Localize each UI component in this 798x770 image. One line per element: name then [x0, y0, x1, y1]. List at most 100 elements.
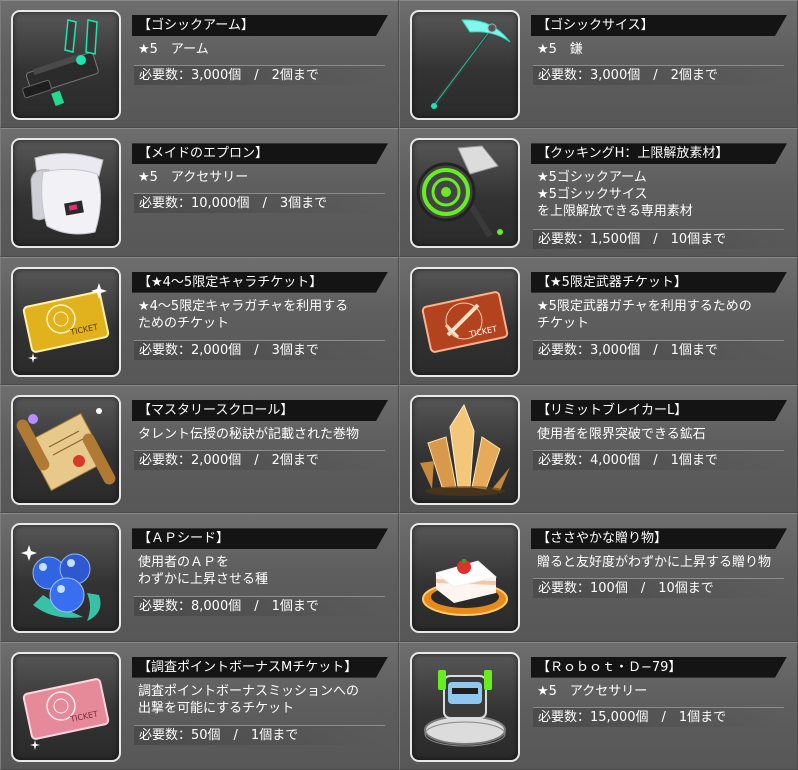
item-card[interactable]: 【Ｒｏｂｏｔ・Ｄ−79】 ★5 アクセサリー 必要数：15,000個 / 1個ま…	[399, 641, 798, 770]
item-card[interactable]: 【ゴシックアーム】 ★5 アーム 必要数：3,000個 / 2個まで	[0, 0, 399, 129]
item-description: 使用者のＡＰを わずかに上昇させる種	[138, 554, 388, 588]
item-title: 【マスタリースクロール】	[132, 400, 388, 421]
item-thumbnail	[11, 10, 121, 120]
item-requirement: 必要数：8,000個 / 1個まで	[134, 596, 385, 617]
gothic-arm-icon	[22, 19, 99, 106]
cooking-hammer-icon	[416, 145, 503, 238]
item-thumbnail: TICKET	[11, 266, 121, 377]
crystal-ore-icon	[420, 403, 510, 496]
requirement-text: 必要数：100個 / 10個まで	[538, 581, 714, 597]
item-card[interactable]: 【クッキングH：上限解放素材】 ★5ゴシックアーム ★5ゴシックサイス を上限解…	[399, 128, 798, 257]
item-requirement: 必要数：3,000個 / 2個まで	[134, 65, 385, 85]
item-card[interactable]: TICKET 【★4～5限定キャラチケット】 ★4～5限定キャラガチャを利用する…	[0, 256, 399, 385]
item-requirement: 必要数：1,500個 / 10個まで	[533, 229, 784, 250]
description-line: ためのチケット	[138, 315, 230, 331]
description-line: 贈ると友好度がわずかに上昇する贈り物	[537, 555, 772, 571]
item-thumbnail	[410, 10, 520, 120]
item-card[interactable]: TICKET 【調査ポイントボーナスMチケット】 調査ポイントボーナスミッション…	[0, 641, 399, 770]
description-line: 使用者のＡＰを	[138, 555, 230, 571]
requirement-text: 必要数：1,500個 / 10個まで	[538, 232, 727, 248]
item-title: 【★4～5限定キャラチケット】	[132, 272, 388, 293]
item-title: 【ゴシックサイス】	[531, 15, 787, 36]
item-requirement: 必要数：3,000個 / 1個まで	[533, 339, 784, 360]
requirement-text: 必要数：3,000個 / 2個まで	[139, 68, 319, 83]
requirement-text: 必要数：15,000個 / 1個まで	[538, 709, 727, 725]
description-line: ★5 アクセサリー	[537, 683, 648, 699]
item-description: ★5 アーム	[138, 41, 388, 58]
cake-icon	[422, 559, 508, 617]
description-line: ★5ゴシックサイス	[537, 187, 648, 203]
item-card[interactable]: TICKET 【★5限定武器チケット】 ★5限定武器ガチャを利用するための チケ…	[399, 256, 798, 385]
item-requirement: 必要数：50個 / 1個まで	[134, 724, 385, 745]
item-description: ★5ゴシックアーム ★5ゴシックサイス を上限解放できる専用素材	[537, 169, 787, 220]
item-description: ★5 アクセサリー	[537, 683, 787, 700]
gothic-scythe-icon	[430, 19, 511, 110]
item-card[interactable]: 【リミットブレイカーL】 使用者を限界突破できる鉱石 必要数：4,000個 / …	[399, 384, 798, 514]
item-requirement: 必要数：2,000個 / 2個まで	[134, 449, 385, 470]
requirement-text: 必要数：3,000個 / 2個まで	[538, 68, 718, 83]
item-title: 【リミットブレイカーL】	[531, 400, 787, 421]
requirement-text: 必要数：10,000個 / 3個まで	[139, 196, 328, 212]
robot-vacuum-icon	[424, 669, 506, 747]
item-description: ★5 鎌	[537, 41, 787, 58]
item-thumbnail	[410, 394, 520, 505]
item-title: 【Ｒｏｂｏｔ・Ｄ−79】	[531, 657, 787, 678]
item-thumbnail	[410, 138, 520, 249]
item-thumbnail: TICKET	[410, 266, 520, 377]
item-description: 使用者を限界突破できる鉱石	[537, 426, 787, 443]
description-line: ★5 アーム	[138, 42, 209, 57]
item-title: 【ＡＰシード】	[132, 528, 388, 549]
description-line: 出撃を可能にするチケット	[138, 700, 295, 716]
requirement-text: 必要数：2,000個 / 3個まで	[139, 342, 319, 358]
requirement-text: 必要数：8,000個 / 1個まで	[139, 599, 319, 615]
description-line: 調査ポイントボーナスミッションへの	[138, 683, 360, 699]
description-line: ★5限定武器ガチャを利用するための	[537, 298, 752, 314]
item-title: 【クッキングH：上限解放素材】	[531, 143, 787, 164]
description-line: ★5 鎌	[537, 42, 583, 57]
item-card[interactable]: 【マスタリースクロール】 タレント伝授の秘訣が記載された巻物 必要数：2,000…	[0, 384, 399, 514]
item-requirement: 必要数：2,000個 / 3個まで	[134, 339, 385, 360]
gold-ticket-icon: TICKET	[22, 282, 110, 363]
requirement-text: 必要数：50個 / 1個まで	[139, 727, 299, 743]
item-title: 【★5限定武器チケット】	[531, 272, 787, 293]
description-line: 使用者を限界突破できる鉱石	[537, 426, 706, 442]
item-card[interactable]: 【メイドのエプロン】 ★5 アクセサリー 必要数：10,000個 / 3個まで	[0, 128, 399, 257]
item-description: 贈ると友好度がわずかに上昇する贈り物	[537, 554, 787, 571]
item-title: 【ささやかな贈り物】	[531, 528, 787, 549]
item-thumbnail	[410, 651, 520, 762]
weapon-ticket-icon: TICKET	[421, 290, 509, 353]
item-description: ★4～5限定キャラガチャを利用する ためのチケット	[138, 298, 388, 332]
item-description: ★5 アクセサリー	[138, 169, 388, 186]
item-title: 【ゴシックアーム】	[132, 15, 388, 36]
item-requirement: 必要数：100個 / 10個まで	[533, 578, 784, 599]
item-card[interactable]: 【ささやかな贈り物】 贈ると友好度がわずかに上昇する贈り物 必要数：100個 /…	[399, 513, 798, 642]
berry-seed-icon	[21, 545, 101, 622]
item-title: 【メイドのエプロン】	[132, 143, 388, 164]
item-card[interactable]: 【ゴシックサイス】 ★5 鎌 必要数：3,000個 / 2個まで	[399, 0, 798, 129]
item-thumbnail	[11, 523, 121, 634]
description-line: わずかに上昇させる種	[138, 572, 269, 588]
item-requirement: 必要数：10,000個 / 3個まで	[134, 193, 385, 214]
requirement-text: 必要数：4,000個 / 1個まで	[538, 452, 718, 468]
item-thumbnail: TICKET	[11, 651, 121, 762]
item-description: タレント伝授の秘訣が記載された巻物	[138, 426, 388, 443]
maid-apron-icon	[30, 153, 104, 235]
exchange-item-grid: 【ゴシックアーム】 ★5 アーム 必要数：3,000個 / 2個まで 【ゴシック…	[0, 0, 798, 770]
item-requirement: 必要数：15,000個 / 1個まで	[533, 706, 784, 727]
description-line: ★5ゴシックアーム	[537, 170, 647, 186]
item-card[interactable]: 【ＡＰシード】 使用者のＡＰを わずかに上昇させる種 必要数：8,000個 / …	[0, 513, 399, 642]
item-thumbnail	[11, 138, 121, 249]
scroll-icon	[16, 407, 116, 492]
item-thumbnail	[410, 523, 520, 634]
item-description: ★5限定武器ガチャを利用するための チケット	[537, 298, 787, 332]
description-line: タレント伝授の秘訣が記載された巻物	[138, 426, 360, 442]
item-requirement: 必要数：3,000個 / 2個まで	[533, 65, 784, 85]
item-description: 調査ポイントボーナスミッションへの 出撃を可能にするチケット	[138, 683, 388, 717]
description-line: を上限解放できる専用素材	[537, 204, 693, 220]
item-thumbnail	[11, 394, 121, 505]
description-line: ★5 アクセサリー	[138, 170, 249, 186]
description-line: ★4～5限定キャラガチャを利用する	[138, 298, 349, 314]
requirement-text: 必要数：3,000個 / 1個まで	[538, 342, 718, 358]
description-line: チケット	[537, 315, 590, 331]
item-requirement: 必要数：4,000個 / 1個まで	[533, 449, 784, 470]
